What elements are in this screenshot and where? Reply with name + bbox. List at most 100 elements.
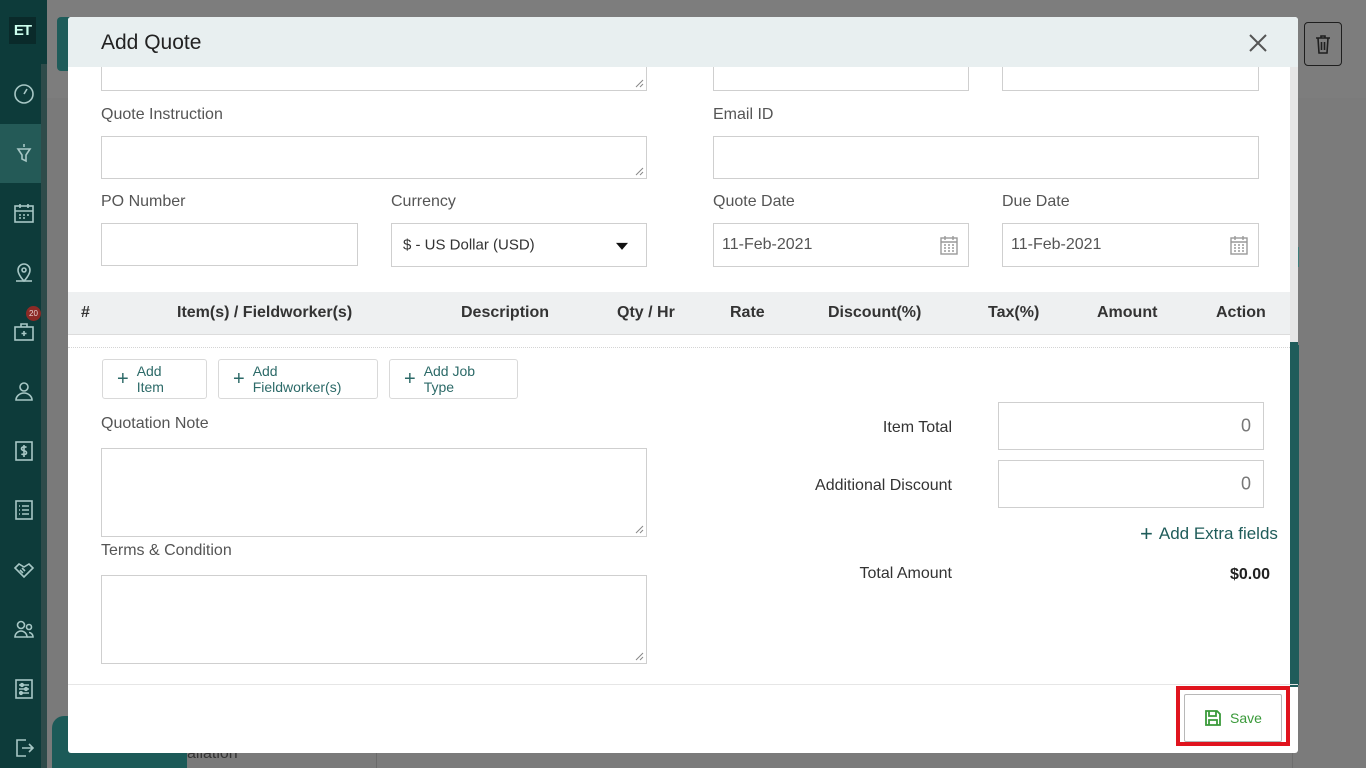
table-divider: [68, 347, 1290, 348]
currency-select[interactable]: $ - US Dollar (USD): [391, 223, 647, 267]
total-amount-value: $0.00: [1229, 566, 1270, 583]
calendar-icon: [13, 203, 34, 223]
sidebar-item-calendar[interactable]: [0, 183, 47, 243]
users-icon: [13, 620, 34, 639]
resize-grip-icon: [635, 167, 644, 176]
additional-discount-label: Additional Discount: [815, 477, 952, 494]
modal-scrollbar-thumb[interactable]: [1290, 342, 1298, 687]
quote-date-input[interactable]: 11-Feb-2021: [713, 223, 969, 267]
email-input[interactable]: [713, 136, 1259, 179]
map-pin-icon: [15, 263, 32, 283]
item-total-field: 0: [998, 402, 1264, 450]
quote-date-label: Quote Date: [713, 193, 795, 210]
sidebar-item-jobs[interactable]: 20: [0, 302, 47, 362]
sidebar-item-list[interactable]: [0, 481, 47, 541]
sidebar-nav: 20: [0, 64, 47, 768]
add-extra-fields-link[interactable]: + Add Extra fields: [1140, 523, 1278, 545]
due-date-label: Due Date: [1002, 193, 1070, 210]
column-header-action: Action: [1216, 304, 1266, 321]
resize-grip-icon: [635, 79, 644, 88]
sidebar-item-dashboard[interactable]: [0, 64, 47, 124]
user-icon: [14, 382, 33, 402]
app-sidebar: ET 20: [0, 0, 47, 768]
plus-icon: +: [117, 368, 129, 390]
po-number-label: PO Number: [101, 193, 186, 210]
po-number-input[interactable]: [101, 223, 358, 266]
sidebar-item-team[interactable]: [0, 600, 47, 660]
terms-textarea[interactable]: [101, 575, 647, 664]
column-header-discount: Discount(%): [828, 304, 922, 321]
items-table-header: # Item(s) / Fieldworker(s) Description Q…: [68, 292, 1290, 335]
sidebar-item-logout[interactable]: [0, 719, 47, 768]
due-date-value: 11-Feb-2021: [1011, 236, 1102, 253]
jobs-badge: 20: [26, 306, 41, 321]
add-job-type-button[interactable]: + Add Job Type: [389, 359, 518, 399]
column-header-description: Description: [461, 304, 550, 321]
top-field-2[interactable]: [1002, 67, 1259, 91]
terms-label: Terms & Condition: [101, 542, 232, 559]
settings-sliders-icon: [14, 678, 33, 699]
add-item-button[interactable]: + Add Item: [102, 359, 207, 399]
additional-discount-value: 0: [1240, 473, 1251, 494]
calendar-icon[interactable]: [1230, 235, 1248, 255]
sidebar-item-invoice[interactable]: [0, 421, 47, 481]
column-header-qty: Qty / Hr: [617, 304, 675, 321]
column-header-rate: Rate: [730, 304, 765, 321]
add-quote-modal: Add Quote Quote Instruction Email ID PO …: [68, 17, 1298, 753]
address-textarea[interactable]: [101, 67, 647, 91]
quote-instruction-textarea[interactable]: [101, 136, 647, 179]
item-total-value: 0: [1240, 415, 1251, 436]
modal-header: Add Quote: [68, 17, 1298, 67]
email-label: Email ID: [713, 106, 774, 123]
total-amount-label: Total Amount: [859, 565, 953, 582]
funnel-icon: [16, 144, 31, 163]
dashboard-icon: [13, 83, 34, 104]
add-job-type-label: Add Job Type: [423, 363, 476, 395]
handshake-icon: [13, 562, 34, 578]
add-extra-fields-label: Add Extra fields: [1158, 524, 1278, 543]
plus-icon: +: [1140, 521, 1153, 546]
save-label: Save: [1230, 710, 1262, 726]
trash-icon: [1316, 35, 1330, 54]
add-fieldworker-label: Add Fieldworker(s): [252, 363, 342, 395]
sidebar-item-map[interactable]: [0, 243, 47, 303]
quote-instruction-label: Quote Instruction: [101, 106, 223, 123]
column-header-tax: Tax(%): [988, 304, 1040, 321]
plus-icon: +: [404, 368, 416, 390]
top-field-1[interactable]: [713, 67, 969, 91]
add-fieldworker-button[interactable]: + Add Fieldworker(s): [218, 359, 378, 399]
background-right-card: [1292, 120, 1366, 768]
modal-footer-divider: [68, 684, 1298, 685]
modal-title: Add Quote: [101, 31, 202, 54]
modal-scrollbar[interactable]: [1290, 67, 1298, 687]
save-button[interactable]: Save: [1184, 694, 1282, 742]
chevron-down-icon: [616, 242, 628, 250]
sidebar-item-clients[interactable]: [0, 540, 47, 600]
quote-date-value: 11-Feb-2021: [722, 236, 813, 253]
jobs-icon: [13, 322, 34, 341]
resize-grip-icon: [635, 525, 644, 534]
add-item-label: Add Item: [136, 363, 164, 395]
due-date-input[interactable]: 11-Feb-2021: [1002, 223, 1259, 267]
app-logo: ET: [9, 17, 36, 44]
list-icon: [14, 500, 33, 521]
close-icon: [1249, 34, 1267, 52]
item-total-label: Item Total: [882, 419, 952, 436]
resize-grip-icon: [635, 652, 644, 661]
quotation-note-textarea[interactable]: [101, 448, 647, 537]
save-icon: [1205, 710, 1221, 726]
close-button[interactable]: [1244, 29, 1272, 57]
column-header-index: #: [81, 304, 90, 321]
additional-discount-input[interactable]: 0: [998, 460, 1264, 508]
sidebar-item-user[interactable]: [0, 362, 47, 422]
logout-icon: [15, 739, 34, 758]
column-header-items: Item(s) / Fieldworker(s): [177, 304, 353, 321]
background-delete-button[interactable]: [1304, 22, 1342, 66]
currency-value: $ - US Dollar (USD): [403, 236, 535, 254]
plus-icon: +: [233, 368, 245, 390]
sidebar-item-funnel[interactable]: [0, 123, 47, 183]
currency-label: Currency: [391, 193, 456, 210]
calendar-icon[interactable]: [940, 235, 958, 255]
quotation-note-label: Quotation Note: [101, 415, 209, 432]
sidebar-item-settings[interactable]: [0, 659, 47, 719]
